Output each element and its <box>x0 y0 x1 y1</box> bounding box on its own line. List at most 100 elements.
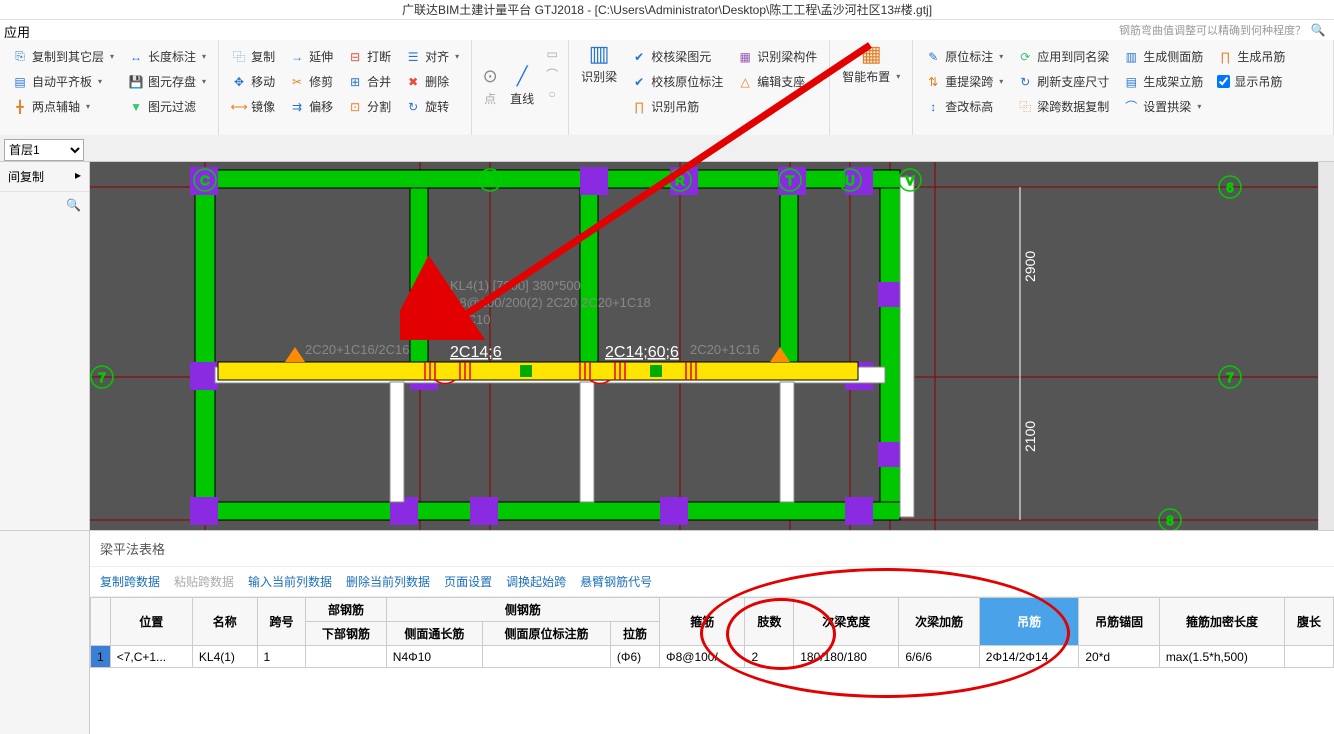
floor-select[interactable]: 首层1 <box>4 139 84 161</box>
help-search[interactable]: 钢筋弯曲值调整可以精确到何种程度？ 🔍 <box>1119 22 1326 38</box>
col-side-orig[interactable]: 侧面原位标注筋 <box>483 622 611 646</box>
check2-icon: ✔ <box>631 74 647 90</box>
beam-data-table[interactable]: 位置 名称 跨号 部钢筋 侧钢筋 箍筋 肢数 次梁宽度 次梁加筋 吊筋 吊筋锚固… <box>90 597 1334 668</box>
recognize-stirrup[interactable]: ∏识别吊筋 <box>627 96 727 117</box>
input-col-data[interactable]: 输入当前列数据 <box>248 573 332 590</box>
svg-text:2C14;60;6: 2C14;60;6 <box>605 344 679 361</box>
bracket-icon: ▤ <box>1123 74 1139 90</box>
delete-btn[interactable]: ✖删除 <box>401 71 463 92</box>
show-hanging-rebar[interactable]: 显示吊筋 <box>1213 71 1289 92</box>
vertical-scrollbar[interactable] <box>1318 162 1334 530</box>
svg-text:2C20+1C16/2C16: 2C20+1C16/2C16 <box>305 342 409 357</box>
panel-title: 梁平法表格 <box>90 531 1334 567</box>
copy-icon: ⎘ <box>12 49 28 65</box>
recognize-beam[interactable]: 识别梁 <box>577 66 621 87</box>
smart-layout[interactable]: 智能布置▾ <box>838 66 904 87</box>
element-filter[interactable]: ▼图元过滤 <box>124 96 210 117</box>
col-sec-width[interactable]: 次梁宽度 <box>794 598 899 646</box>
split-btn[interactable]: ⊡分割 <box>343 96 395 117</box>
gen-side-rebar[interactable]: ▥生成侧面筋 <box>1119 46 1207 67</box>
show-hang-check[interactable] <box>1217 75 1230 88</box>
check-elevation[interactable]: ↕查改标高 <box>921 96 1007 117</box>
paste-span-data[interactable]: 粘贴跨数据 <box>174 573 234 590</box>
table-row[interactable]: 1 <7,C+1... KL4(1) 1 N4Φ10 (Φ6) Φ8@100/ … <box>91 646 1334 668</box>
col-side-rebar[interactable]: 侧钢筋 <box>386 598 659 622</box>
page-settings[interactable]: 页面设置 <box>444 573 492 590</box>
svg-text:V: V <box>906 173 915 188</box>
app-tab[interactable]: 应用 <box>4 22 30 41</box>
col-sec-rebar[interactable]: 部钢筋 <box>306 598 386 622</box>
svg-text:8: 8 <box>1166 513 1173 528</box>
col-web[interactable]: 腹长 <box>1285 598 1334 646</box>
reorder-icon: ⇅ <box>925 74 941 90</box>
disk-icon: 💾 <box>128 74 144 90</box>
rect-icon[interactable]: ▭ <box>544 46 560 62</box>
drawing-viewport[interactable]: C K R T U V 6 7 7 8 2900 2100 KL4(1) [78… <box>90 162 1334 530</box>
trim-btn[interactable]: ✂修剪 <box>285 71 337 92</box>
reorder-span[interactable]: ⇅重提梁跨▾ <box>921 71 1007 92</box>
point-btn[interactable]: 点 <box>480 88 500 109</box>
edit-support[interactable]: △编辑支座 <box>733 71 821 92</box>
copy-btn[interactable]: ⿻复制 <box>227 46 279 67</box>
col-hang[interactable]: 吊筋 <box>979 598 1079 646</box>
set-arch-beam[interactable]: ⌒设置拱梁▾ <box>1119 96 1207 117</box>
cantilever-code[interactable]: 悬臂钢筋代号 <box>580 573 652 590</box>
elev-icon: ↕ <box>925 99 941 115</box>
span-data-copy[interactable]: ⿻梁跨数据复制 <box>1013 96 1113 117</box>
col-tie[interactable]: 拉筋 <box>610 622 659 646</box>
slab-icon: ▤ <box>12 74 28 90</box>
hang-icon: ∏ <box>1217 49 1233 65</box>
gen-hanging-rebar[interactable]: ∏生成吊筋 <box>1213 46 1289 67</box>
auto-level-slab[interactable]: ▤自动平齐板▾ <box>8 71 118 92</box>
offset-btn[interactable]: ⇉偏移 <box>285 96 337 117</box>
inter-floor-copy[interactable]: 间复制▸ <box>0 162 89 192</box>
col-anchor[interactable]: 吊筋锚固 <box>1079 598 1159 646</box>
col-dense[interactable]: 箍筋加密长度 <box>1159 598 1284 646</box>
merge-btn[interactable]: ⊞合并 <box>343 71 395 92</box>
col-limb[interactable]: 肢数 <box>745 598 794 646</box>
copy-to-other-floor[interactable]: ⎘复制到其它层▾ <box>8 46 118 67</box>
two-point-axis[interactable]: ╋两点辅轴▾ <box>8 96 118 117</box>
length-annotation[interactable]: ↔长度标注▾ <box>124 46 210 67</box>
break-btn[interactable]: ⊟打断 <box>343 46 395 67</box>
col-stirrup[interactable]: 箍筋 <box>660 598 745 646</box>
align-btn[interactable]: ☰对齐▾ <box>401 46 463 67</box>
rotate-icon: ↻ <box>405 99 421 115</box>
refresh-icon: ↻ <box>1017 74 1033 90</box>
line-btn[interactable]: 直线 <box>506 88 538 109</box>
col-bot-rebar[interactable]: 下部钢筋 <box>306 622 386 646</box>
extend-btn[interactable]: →延伸 <box>285 46 337 67</box>
circle-icon[interactable]: ○ <box>544 86 560 102</box>
gen-bracket-rebar[interactable]: ▤生成架立筋 <box>1119 71 1207 92</box>
element-save[interactable]: 💾图元存盘▾ <box>124 71 210 92</box>
col-side-through[interactable]: 侧面通长筋 <box>386 622 482 646</box>
col-position[interactable]: 位置 <box>110 598 192 646</box>
svg-text:N4C10: N4C10 <box>450 312 490 327</box>
panel-search-icon[interactable]: 🔍 <box>0 192 89 218</box>
recognize-component[interactable]: ▦识别梁构件 <box>733 46 821 67</box>
delete-col-data[interactable]: 删除当前列数据 <box>346 573 430 590</box>
copy-span-data[interactable]: 复制跨数据 <box>100 573 160 590</box>
orig-mark[interactable]: ✎原位标注▾ <box>921 46 1007 67</box>
svg-text:T: T <box>786 173 794 188</box>
apply-same-name[interactable]: ⟳应用到同名梁 <box>1013 46 1113 67</box>
col-name[interactable]: 名称 <box>192 598 257 646</box>
col-sec-add[interactable]: 次梁加筋 <box>899 598 979 646</box>
smart-icon: ▦ <box>863 46 879 62</box>
arc-icon[interactable]: ⌒ <box>544 66 560 82</box>
trim-icon: ✂ <box>289 74 305 90</box>
mirror-btn[interactable]: ⟷镜像 <box>227 96 279 117</box>
col-span[interactable]: 跨号 <box>257 598 306 646</box>
swap-start-span[interactable]: 调换起始跨 <box>506 573 566 590</box>
svg-text:R: R <box>675 173 684 188</box>
offset-icon: ⇉ <box>289 99 305 115</box>
move-btn[interactable]: ✥移动 <box>227 71 279 92</box>
check-orig-mark[interactable]: ✔校核原位标注 <box>627 71 727 92</box>
mark-icon: ✎ <box>925 49 941 65</box>
spancopy-icon: ⿻ <box>1017 99 1033 115</box>
rotate-btn[interactable]: ↻旋转 <box>401 96 463 117</box>
check-beam-element[interactable]: ✔校核梁图元 <box>627 46 727 67</box>
refresh-support[interactable]: ↻刷新支座尺寸 <box>1013 71 1113 92</box>
window-title: 广联达BIM土建计量平台 GTJ2018 - [C:\Users\Adminis… <box>0 0 1334 20</box>
svg-text:6: 6 <box>1226 180 1233 195</box>
